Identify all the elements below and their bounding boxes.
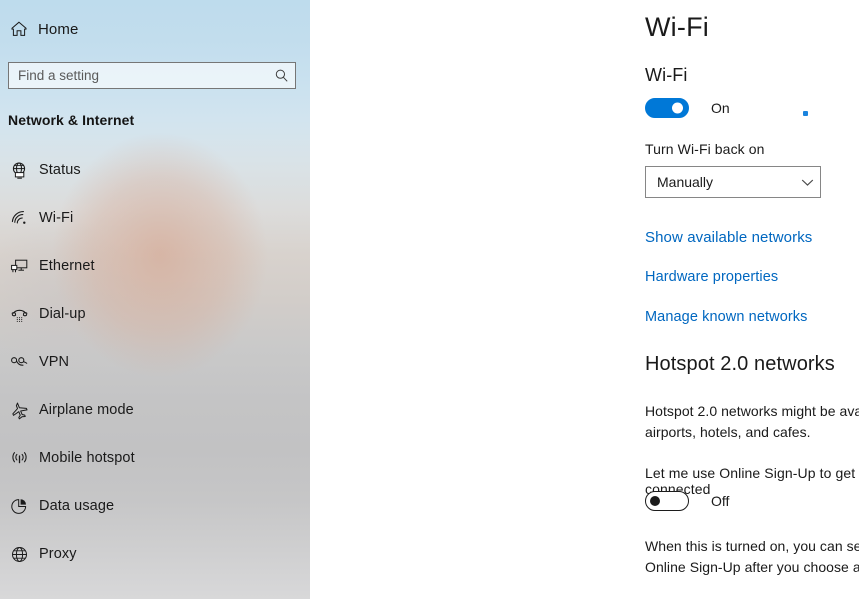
settings-sidebar: Home Network & Internet xyxy=(0,0,310,599)
sidebar-item-airplane-mode-label: Airplane mode xyxy=(39,402,134,418)
hotspot-note: When this is turned on, you can see a li… xyxy=(645,538,859,575)
sidebar-item-wifi-label: Wi-Fi xyxy=(39,210,74,226)
sidebar-item-wifi[interactable]: Wi-Fi xyxy=(0,194,310,242)
hardware-properties-link[interactable]: Hardware properties xyxy=(645,269,778,285)
vpn-icon xyxy=(9,352,29,372)
sidebar-item-proxy[interactable]: Proxy xyxy=(0,530,310,578)
show-available-networks-link[interactable]: Show available networks xyxy=(645,229,812,246)
sidebar-item-proxy-label: Proxy xyxy=(39,546,77,562)
ethernet-icon xyxy=(9,256,29,276)
wifi-toggle-row: On xyxy=(645,98,730,118)
sidebar-item-status[interactable]: Status xyxy=(0,146,310,194)
manage-known-networks-link[interactable]: Manage known networks xyxy=(645,309,808,325)
dropdown-selected-value: Manually xyxy=(657,174,714,190)
proxy-globe-icon xyxy=(9,544,29,564)
wifi-section-heading: Wi-Fi xyxy=(645,65,688,85)
sidebar-nav-list: Status Wi-Fi Ethernet Dial-up VPN Airpla… xyxy=(0,146,310,578)
online-signup-toggle[interactable] xyxy=(645,491,689,511)
turn-wifi-back-on-dropdown[interactable]: Manually xyxy=(645,166,821,198)
cursor-dot-artifact xyxy=(803,111,808,116)
sidebar-item-mobile-hotspot[interactable]: Mobile hotspot xyxy=(0,434,310,482)
wifi-toggle-knob xyxy=(672,102,683,114)
sidebar-item-home[interactable]: Home xyxy=(0,12,310,46)
dialup-phone-icon xyxy=(9,304,29,324)
search-icon[interactable] xyxy=(270,63,292,88)
turn-wifi-back-on-label: Turn Wi-Fi back on xyxy=(645,141,765,157)
hotspot-section-heading: Hotspot 2.0 networks xyxy=(645,353,835,375)
settings-window: Home Network & Internet xyxy=(0,0,859,599)
mobile-hotspot-icon xyxy=(9,448,29,468)
sidebar-item-mobile-hotspot-label: Mobile hotspot xyxy=(39,450,135,466)
hotspot-description: Hotspot 2.0 networks might be available … xyxy=(645,403,859,440)
settings-content-pane: Wi-Fi Wi-Fi On Turn Wi-Fi back on Manual… xyxy=(310,0,859,599)
hotspot-toggle-row: Off xyxy=(645,491,729,511)
data-usage-pie-icon xyxy=(9,496,29,516)
page-title: Wi-Fi xyxy=(645,12,709,42)
online-signup-toggle-state: Off xyxy=(711,493,730,509)
sidebar-item-airplane-mode[interactable]: Airplane mode xyxy=(0,386,310,434)
chevron-down-icon xyxy=(794,167,820,197)
globe-status-icon xyxy=(9,160,29,180)
wifi-icon xyxy=(9,208,29,228)
online-signup-toggle-knob xyxy=(650,496,660,506)
sidebar-item-vpn[interactable]: VPN xyxy=(0,338,310,386)
wifi-toggle[interactable] xyxy=(645,98,689,118)
search-input[interactable] xyxy=(9,63,270,88)
sidebar-item-data-usage[interactable]: Data usage xyxy=(0,482,310,530)
wifi-toggle-state: On xyxy=(711,100,730,116)
sidebar-item-dialup-label: Dial-up xyxy=(39,306,86,322)
search-box[interactable] xyxy=(8,62,296,89)
sidebar-item-dialup[interactable]: Dial-up xyxy=(0,290,310,338)
sidebar-item-vpn-label: VPN xyxy=(39,354,70,370)
sidebar-category-title: Network & Internet xyxy=(8,112,135,128)
sidebar-item-data-usage-label: Data usage xyxy=(39,498,115,514)
airplane-icon xyxy=(9,400,29,420)
sidebar-home-label: Home xyxy=(38,20,79,38)
sidebar-item-status-label: Status xyxy=(39,162,81,178)
sidebar-item-ethernet[interactable]: Ethernet xyxy=(0,242,310,290)
sidebar-item-ethernet-label: Ethernet xyxy=(39,258,95,274)
home-icon xyxy=(9,19,29,39)
